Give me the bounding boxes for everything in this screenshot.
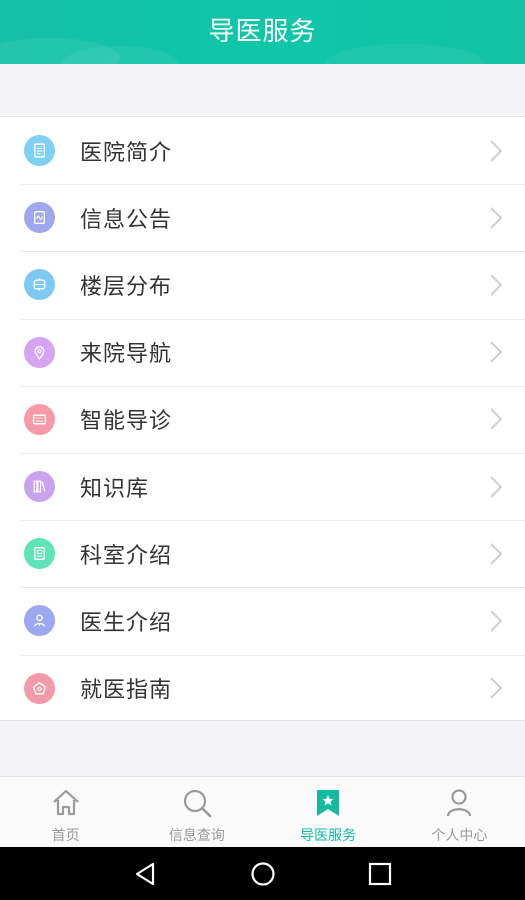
notice-icon (24, 202, 55, 234)
chevron-right-icon (490, 543, 503, 565)
menu-item-hospital-intro[interactable]: 医院简介 (0, 117, 525, 184)
bookmark-star-icon (317, 790, 340, 816)
menu-item-label: 医院简介 (80, 140, 173, 166)
app-header: 导医服务 (0, 0, 525, 64)
chevron-right-icon (490, 677, 503, 699)
menu-item-label: 知识库 (80, 476, 150, 502)
menu-item-label: 科室介绍 (80, 543, 173, 569)
person-icon (447, 789, 472, 817)
chevron-right-icon (490, 139, 503, 162)
menu-item-label: 来院导航 (80, 342, 173, 368)
chevron-right-icon (490, 610, 503, 632)
tab-personal-center[interactable]: 个人中心 (394, 777, 525, 847)
bottom-tab-bar: 首页 信息查询 导医服务 个人中心 (0, 776, 525, 847)
tab-home[interactable]: 首页 (0, 777, 131, 847)
tab-guide-service[interactable]: 导医服务 (263, 777, 394, 847)
chevron-right-icon (490, 408, 503, 431)
keyboard-icon (24, 403, 55, 435)
menu-item-doctor-intro[interactable]: 医生介绍 (0, 587, 525, 654)
menu-item-label: 医生介绍 (80, 610, 173, 636)
location-icon (24, 336, 55, 368)
home-circle-icon[interactable] (250, 861, 276, 887)
back-icon[interactable] (133, 861, 159, 887)
tab-label: 信息查询 (168, 828, 225, 844)
service-menu-list: 医院简介 信息公告 楼层分布 来院导航 智能导诊 知识库 科室介绍 医生介绍 就… (0, 116, 525, 721)
recents-icon[interactable] (367, 861, 393, 887)
page-title: 导医服务 (208, 17, 317, 47)
menu-item-medical-guide[interactable]: 就医指南 (0, 654, 525, 722)
chevron-right-icon (490, 207, 503, 229)
menu-item-label: 楼层分布 (80, 274, 173, 300)
doctor-icon (24, 605, 55, 637)
document-icon (24, 135, 55, 167)
tab-label: 导医服务 (300, 828, 357, 844)
search-icon (183, 789, 212, 818)
menu-item-knowledge-base[interactable]: 知识库 (0, 452, 525, 520)
menu-item-label: 就医指南 (80, 678, 173, 704)
tab-label: 首页 (51, 828, 80, 844)
chevron-right-icon (490, 341, 503, 363)
guide-icon (24, 672, 55, 704)
menu-item-navigation[interactable]: 来院导航 (0, 318, 525, 386)
menu-item-department-intro[interactable]: 科室介绍 (0, 520, 525, 587)
books-icon (24, 471, 55, 503)
chevron-right-icon (490, 475, 503, 498)
department-icon (24, 538, 55, 570)
building-icon (24, 269, 55, 301)
system-navigation-bar (0, 847, 525, 900)
tab-label: 个人中心 (431, 828, 488, 844)
menu-item-notice[interactable]: 信息公告 (0, 184, 525, 251)
menu-item-label: 智能导诊 (80, 409, 173, 435)
home-icon (52, 789, 79, 816)
menu-item-label: 信息公告 (80, 207, 173, 233)
menu-item-smart-triage[interactable]: 智能导诊 (0, 385, 525, 453)
chevron-right-icon (490, 274, 503, 296)
tab-info-query[interactable]: 信息查询 (131, 777, 262, 847)
menu-item-floor-layout[interactable]: 楼层分布 (0, 251, 525, 318)
